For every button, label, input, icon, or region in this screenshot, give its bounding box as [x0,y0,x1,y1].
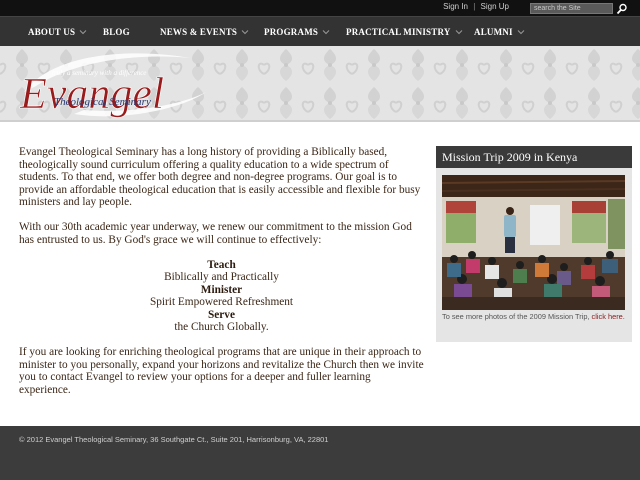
main-navigation: ABOUT US BLOG NEWS & EVENTS PROGRAMS PRA… [0,16,640,46]
widget-title: Mission Trip 2009 in Kenya [436,146,632,168]
mission-serve-text: the Church Globally. [174,321,269,333]
caption-text: To see more photos of the 2009 Mission T… [442,312,590,321]
auth-separator: | [473,2,476,11]
sign-up-link[interactable]: Sign Up [481,2,509,11]
nav-about-us-label: ABOUT US [28,27,76,37]
commitment-paragraph: With our 30th academic year underway, we… [19,221,412,246]
mission-trip-widget: Mission Trip 2009 in Kenya To see more p… [436,146,632,342]
sign-in-link[interactable]: Sign In [443,2,468,11]
chevron-down-icon [322,30,330,35]
nav-news-events[interactable]: NEWS & EVENTS [160,17,249,47]
nav-news-events-label: NEWS & EVENTS [160,27,238,37]
chevron-down-icon [79,30,87,35]
evangel-logo[interactable]: truly a seminary with a difference Evang… [14,48,214,120]
mission-statement: Teach Biblically and Practically Ministe… [19,259,424,334]
nav-programs-label: PROGRAMS [264,27,319,37]
click-here-link[interactable]: click here [592,312,623,321]
nav-alumni[interactable]: ALUMNI [474,17,525,47]
mission-minister-heading: Minister [200,283,243,296]
top-utility-bar: Sign In | Sign Up search the Site [0,0,640,16]
nav-programs[interactable]: PROGRAMS [264,17,330,47]
caption-period: . [622,312,625,321]
logo-name: Evangel [19,69,164,118]
header-banner: truly a seminary with a difference Evang… [0,46,640,122]
chevron-down-icon [455,30,462,35]
page-footer: © 2012 Evangel Theological Seminary, 36 … [0,426,640,480]
nav-practical-ministry-label: PRACTICAL MINISTRY [346,27,451,37]
nav-blog[interactable]: BLOG [103,17,130,47]
mission-serve-heading: Serve [208,308,235,321]
nav-alumni-label: ALUMNI [474,27,513,37]
search-input[interactable]: search the Site [530,3,613,14]
nav-about-us[interactable]: ABOUT US [28,17,87,47]
main-content: Evangel Theological Seminary has a long … [19,146,424,409]
chevron-down-icon [241,30,249,35]
classroom-photo-illustration [442,175,625,310]
mission-teach-text: Biblically and Practically [164,271,279,283]
search-button[interactable] [616,2,628,15]
intro-paragraph: Evangel Theological Seminary has a long … [19,146,421,208]
auth-links: Sign In | Sign Up [443,2,509,11]
invitation-paragraph: If you are looking for enriching theolog… [19,346,424,396]
chevron-down-icon [517,30,525,35]
nav-blog-label: BLOG [103,27,130,37]
footer-copyright: © 2012 Evangel Theological Seminary, 36 … [19,435,329,444]
search-icon [616,3,627,15]
logo-subtitle: Theological Seminary [54,96,151,108]
banner-divider [0,120,640,122]
nav-practical-ministry[interactable]: PRACTICAL MINISTRY [346,17,463,47]
photo-caption: To see more photos of the 2009 Mission T… [442,312,628,322]
mission-teach-heading: Teach [207,258,236,271]
mission-minister-text: Spirit Empowered Refreshment [149,296,294,308]
mission-trip-photo[interactable] [442,175,625,310]
